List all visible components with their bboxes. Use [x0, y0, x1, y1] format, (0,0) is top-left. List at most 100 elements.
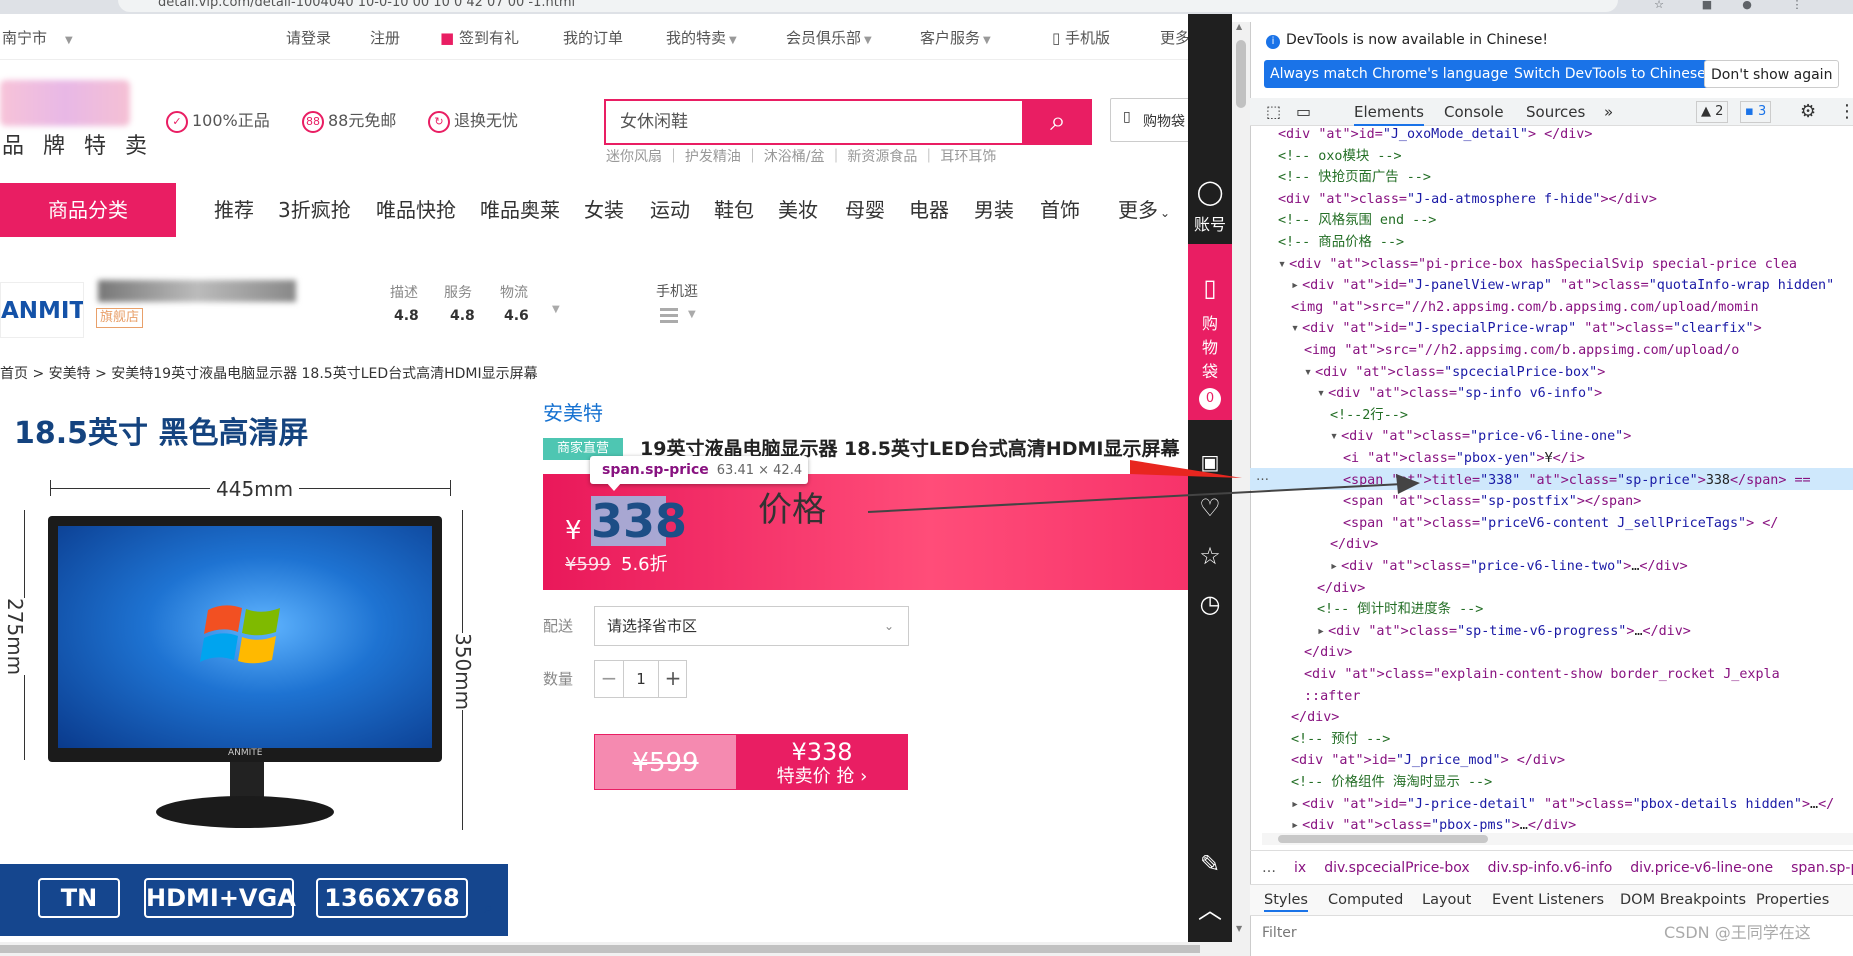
settings-gear-icon[interactable]: ⚙ — [1800, 100, 1816, 124]
sidebar-cart-label[interactable]: 购物袋 — [1188, 312, 1232, 384]
dom-node-line[interactable]: <span "at">class="priceV6-content J_sell… — [1343, 513, 1778, 535]
category-item[interactable]: 母婴 — [845, 195, 885, 225]
category-item[interactable]: 首饰 — [1040, 195, 1080, 225]
my-special-menu[interactable]: 我的特卖 ▼ — [666, 28, 737, 51]
dom-node-line[interactable]: <!-- oxo模块 --> — [1278, 146, 1402, 168]
dom-node-line[interactable]: ▸ <div "at">class="sp-time-v6-progress">…… — [1317, 621, 1691, 643]
page-scroll-thumb[interactable] — [1236, 40, 1246, 108]
dom-node-line[interactable]: </div> — [1330, 534, 1378, 556]
category-item[interactable]: 女装 — [584, 195, 624, 225]
more-tabs-icon[interactable]: » — [1604, 100, 1613, 124]
tab-sources[interactable]: Sources — [1526, 100, 1585, 124]
tab-dom-breakpoints[interactable]: DOM Breakpoints — [1620, 890, 1746, 910]
service-menu[interactable]: 客户服务 ▼ — [920, 28, 991, 51]
dom-node-line[interactable]: <i "at">class="pbox-yen">¥</i> — [1343, 448, 1585, 470]
breadcrumb[interactable]: 首页 > 安美特 > 安美特19英寸液晶电脑显示器 18.5英寸LED台式高清H… — [0, 364, 538, 384]
crumb[interactable]: div.sp-info.v6-info — [1488, 860, 1613, 876]
signin-link[interactable]: ■ 签到有礼 — [440, 28, 519, 48]
tab-computed[interactable]: Computed — [1328, 890, 1403, 910]
product-image[interactable]: 18.5英寸 黑色高清屏 445mm 275mm 350mm ANMITE TN… — [0, 398, 508, 956]
hot-search-words[interactable]: 迷你风扇 ｜ 护发精油 ｜ 沐浴桶/盆 ｜ 新资源食品 ｜ 耳环耳饰 — [606, 147, 996, 167]
device-toolbar-icon[interactable]: ▭ — [1296, 100, 1311, 124]
login-link[interactable]: 请登录 — [286, 28, 331, 48]
bag-icon[interactable]: ▯ — [1188, 274, 1232, 302]
back-to-top-icon[interactable]: ︿ — [1188, 896, 1232, 924]
tab-properties[interactable]: Properties — [1756, 890, 1829, 910]
tab-console[interactable]: Console — [1444, 100, 1504, 124]
chevron-down-icon[interactable]: ▼ — [552, 304, 560, 315]
region-select[interactable]: 请选择省市区 ⌄ — [594, 606, 909, 646]
quantity-input[interactable]: 1 — [623, 661, 659, 697]
crumb[interactable]: div.price-v6-line-one — [1630, 860, 1773, 876]
quantity-plus-button[interactable]: + — [659, 661, 687, 697]
dom-node-line[interactable]: </div> — [1317, 578, 1365, 600]
crumb[interactable]: ix — [1294, 860, 1306, 876]
tab-layout[interactable]: Layout — [1422, 890, 1471, 910]
star-icon[interactable]: ☆ — [1188, 542, 1232, 570]
history-icon[interactable]: ◷ — [1188, 590, 1232, 618]
header-cart-button[interactable]: ▯ 购物袋 — [1110, 98, 1190, 142]
dont-show-again-button[interactable]: Don't show again — [1704, 60, 1840, 88]
dom-node-line[interactable]: <!-- 商品价格 --> — [1278, 232, 1404, 254]
dom-node-line[interactable]: <span "at">title="338" "at">class="sp-pr… — [1343, 470, 1811, 492]
category-item[interactable]: 电器 — [909, 195, 949, 225]
dom-node-line[interactable]: ▾ <div "at">class="pi-price-box hasSpecia… — [1278, 254, 1797, 276]
page-hscroll-thumb[interactable] — [0, 945, 1200, 953]
dom-node-line[interactable]: <!-- 快抢页面广告 --> — [1278, 167, 1431, 189]
tab-elements[interactable]: Elements — [1354, 100, 1424, 126]
dom-tree-hscroll-thumb[interactable] — [1278, 835, 1488, 843]
orders-link[interactable]: 我的订单 — [563, 28, 623, 48]
dom-node-line[interactable]: <img "at">src="//h2.appsimg.com/b.appsim… — [1291, 297, 1759, 319]
sidebar-account-label[interactable]: 账号 — [1188, 214, 1232, 236]
tab-event-listeners[interactable]: Event Listeners — [1492, 890, 1604, 910]
category-item[interactable]: 男装 — [974, 195, 1014, 225]
dom-node-line[interactable]: ::after — [1304, 686, 1360, 708]
category-item[interactable]: 推荐 — [214, 195, 254, 225]
dom-node-line[interactable]: ▸ <div "at">class="price-v6-line-two">…</… — [1330, 556, 1688, 578]
club-menu[interactable]: 会员俱乐部 ▼ — [786, 28, 872, 51]
inspect-element-icon[interactable]: ⬚ — [1266, 100, 1281, 124]
store-name[interactable] — [98, 280, 296, 302]
dom-node-line[interactable]: ▾ <div "at">class="sp-info v6-info"> — [1317, 383, 1602, 405]
mobile-link[interactable]: ▯ 手机版 — [1052, 28, 1110, 48]
crumb[interactable]: span.sp-price — [1791, 860, 1853, 876]
dom-node-line[interactable]: </div> — [1304, 642, 1352, 664]
zoom-icon[interactable]: ⌕ — [484, 898, 493, 918]
dom-node-line[interactable]: ▸ <div "at">id="J-panelView-wrap" "at">cl… — [1291, 275, 1834, 297]
dom-node-line[interactable]: <!-- 预付 --> — [1291, 729, 1390, 751]
scroll-up-icon[interactable]: ▲ — [1236, 22, 1242, 31]
menu-icon[interactable]: ⋮ — [1790, 0, 1804, 10]
buy-button[interactable]: ¥338 特卖价 抢 › — [736, 734, 908, 790]
dom-node-line[interactable]: <div "at">class="explain-content-show bo… — [1304, 664, 1780, 686]
dom-node-line[interactable]: <!-- 倒计时和进度条 --> — [1317, 599, 1483, 621]
search-input[interactable]: 女休闲鞋 — [604, 99, 1024, 145]
page-vertical-scrollbar[interactable] — [1232, 22, 1250, 956]
category-item[interactable]: 3折疯抢 — [278, 195, 351, 225]
coupon-icon[interactable]: ▣ — [1188, 448, 1232, 476]
dom-node-line[interactable]: <span "at">class="sp-postfix"></span> — [1343, 491, 1641, 513]
edit-icon[interactable]: ✎ — [1188, 850, 1232, 878]
buy-original-price[interactable]: ¥599 — [594, 734, 736, 790]
address-bar[interactable]: detail.vip.com/detail-1004040 10-0-10 00… — [118, 0, 1618, 12]
dom-node-line[interactable]: ▾ <div "at">class="price-v6-line-one"> — [1330, 426, 1631, 448]
issues-info-badge[interactable]: ▪ 3 — [1740, 101, 1772, 123]
dom-node-line[interactable]: ▸ <div "at">id="J-price-detail" "at">clas… — [1291, 794, 1834, 816]
dom-node-line[interactable]: ▾ <div "at">id="J-specialPrice-wrap" "at"… — [1291, 318, 1762, 340]
user-icon[interactable]: ◯ — [1188, 178, 1232, 206]
kebab-menu-icon[interactable]: ⋮ — [1838, 100, 1853, 124]
category-menu-button[interactable]: 商品分类 — [0, 183, 176, 237]
dom-node-line[interactable]: </div> — [1291, 707, 1339, 729]
quantity-minus-button[interactable]: − — [595, 661, 623, 697]
scroll-down-icon[interactable]: ▼ — [1236, 924, 1242, 933]
search-button[interactable]: ⌕ — [1024, 99, 1092, 145]
dom-node-line[interactable]: <!-- 价格组件 海淘时显示 --> — [1291, 772, 1492, 794]
dom-node-line[interactable]: <div "at">id="J_price_mod"> </div> — [1291, 750, 1565, 772]
ellipsis-icon[interactable]: … — [1262, 860, 1276, 876]
issues-warning-badge[interactable]: ▲ 2 — [1696, 101, 1729, 123]
category-item[interactable]: 鞋包 — [714, 195, 754, 225]
tab-styles[interactable]: Styles — [1264, 890, 1308, 912]
dom-node-line[interactable]: <img "at">src="//h2.appsimg.com/b.appsim… — [1304, 340, 1739, 362]
dom-node-line[interactable]: <div "at">class="J-ad-atmosphere f-hide"… — [1278, 189, 1657, 211]
category-item[interactable]: 唯品奥莱 — [480, 195, 560, 225]
heart-icon[interactable]: ♡ — [1188, 494, 1232, 522]
